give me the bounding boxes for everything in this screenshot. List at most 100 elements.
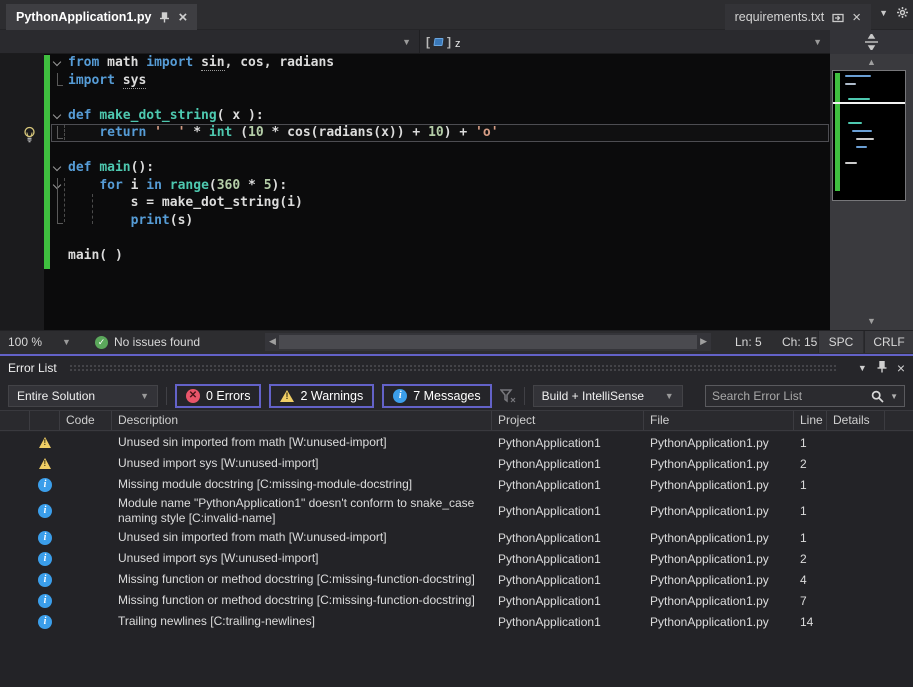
horizontal-scrollbar[interactable]: ◀ ▶: [265, 333, 711, 351]
pin-icon[interactable]: [159, 12, 170, 23]
minimap-code-line: [856, 138, 874, 140]
column-header-description[interactable]: Description: [112, 411, 492, 430]
code-token: ):: [272, 178, 288, 193]
code-line[interactable]: for i in range(360 * 5):: [0, 177, 499, 195]
column-header-blank[interactable]: [0, 411, 30, 430]
code-line[interactable]: [0, 89, 499, 107]
cell-description: Missing module docstring [C:missing-modu…: [112, 476, 492, 493]
column-header-file[interactable]: File: [644, 411, 794, 430]
window-position-chevron-icon[interactable]: ▼: [858, 363, 867, 373]
keep-open-icon[interactable]: [832, 12, 844, 23]
error-list-row[interactable]: iUnused import sys [W:unused-import]Pyth…: [0, 548, 913, 569]
column-header-project[interactable]: Project: [492, 411, 644, 430]
minimap[interactable]: [832, 70, 906, 201]
search-options-chevron-icon[interactable]: ▼: [890, 392, 898, 401]
split-editor-handle[interactable]: [830, 30, 913, 54]
cell-description: Trailing newlines [C:trailing-newlines]: [112, 613, 492, 630]
code-line[interactable]: import sys: [0, 72, 499, 90]
close-panel-icon[interactable]: ×: [897, 360, 905, 376]
messages-filter-button[interactable]: i 7 Messages: [382, 384, 491, 408]
column-header-blank[interactable]: [30, 411, 60, 430]
issues-indicator[interactable]: ✓ No issues found: [95, 331, 200, 353]
errors-filter-button[interactable]: ✕ 0 Errors: [175, 384, 261, 408]
cell-code: [60, 600, 112, 602]
close-icon[interactable]: ×: [852, 10, 861, 25]
code-line[interactable]: [0, 142, 499, 160]
source-filter-dropdown[interactable]: Build + IntelliSense ▼: [533, 385, 683, 407]
filter-funnel-icon[interactable]: [500, 389, 516, 403]
code-line[interactable]: from math import sin, cos, radians: [0, 54, 499, 72]
warnings-filter-label: 2 Warnings: [300, 389, 363, 403]
scroll-left-icon[interactable]: ◀: [269, 336, 276, 347]
vertical-scrollbar[interactable]: ▲ ▼: [830, 54, 913, 330]
minimap-code-line: [845, 162, 857, 164]
code-line[interactable]: print(s): [0, 212, 499, 230]
warnings-filter-button[interactable]: 2 Warnings: [269, 384, 374, 408]
code-line[interactable]: main( ): [0, 247, 499, 265]
drag-grip[interactable]: [69, 364, 836, 372]
code-line[interactable]: return ' ' * int (10 * cos(radians(x)) +…: [0, 124, 499, 142]
column-indicator: Ch: 15: [782, 331, 817, 353]
code-line[interactable]: def make_dot_string( x ):: [0, 107, 499, 125]
column-header-line[interactable]: Line: [794, 411, 827, 430]
spaces-mode-button[interactable]: SPC: [818, 331, 863, 353]
scroll-up-icon[interactable]: ▲: [830, 57, 913, 67]
code-token: import: [146, 55, 193, 70]
panel-title-bar[interactable]: Error List ▼ ×: [0, 356, 913, 380]
scroll-down-icon[interactable]: ▼: [830, 316, 913, 326]
code-token: [68, 213, 131, 228]
scrollbar-thumb[interactable]: [279, 335, 697, 349]
tab-list-chevron-icon[interactable]: ▼: [879, 8, 888, 18]
info-icon: i: [30, 614, 60, 630]
search-icon[interactable]: [871, 390, 884, 403]
minimap-code-line: [856, 146, 867, 148]
code-token: range: [170, 178, 209, 193]
code-token: ():: [131, 160, 154, 175]
close-icon[interactable]: ×: [178, 10, 187, 25]
error-list-row[interactable]: i Trailing newlines [C:trailing-newlines]…: [0, 611, 913, 632]
code-token: *: [240, 178, 263, 193]
chevron-down-icon: ▼: [813, 37, 822, 47]
error-list-row[interactable]: iMissing function or method docstring [C…: [0, 569, 913, 590]
scope-filter-dropdown[interactable]: Entire Solution ▼: [8, 385, 158, 407]
row-margin: [0, 510, 30, 512]
nav-project-dropdown[interactable]: ▼: [0, 30, 420, 53]
info-icon: i: [30, 572, 60, 588]
code-line[interactable]: def main():: [0, 159, 499, 177]
tab-requirements[interactable]: requirements.txt ×: [725, 4, 871, 30]
error-list-row[interactable]: iModule name "PythonApplication1" doesn'…: [0, 495, 913, 527]
error-list-row[interactable]: iMissing module docstring [C:missing-mod…: [0, 474, 913, 495]
row-margin: [0, 484, 30, 486]
settings-gear-icon[interactable]: [896, 6, 909, 19]
tab-pythonapplication1[interactable]: PythonApplication1.py ×: [6, 4, 197, 30]
line-ending-button[interactable]: CRLF: [864, 331, 913, 353]
error-list-row[interactable]: Unused sin imported from math [W:unused-…: [0, 432, 913, 453]
chevron-down-icon: ▼: [402, 37, 411, 47]
code-editor[interactable]: from math import sin, cos, radiansimport…: [0, 54, 830, 330]
tab-label: PythonApplication1.py: [16, 10, 151, 24]
code-line[interactable]: [0, 229, 499, 247]
cell-description: Missing function or method docstring [C:…: [112, 592, 492, 609]
code-line[interactable]: s = make_dot_string(i): [0, 194, 499, 212]
row-margin: [0, 579, 30, 581]
scope-filter-value: Entire Solution: [17, 389, 95, 403]
symbol-name: z: [455, 38, 461, 50]
error-list-row[interactable]: Unused import sys [W:unused-import]Pytho…: [0, 453, 913, 474]
code-token: (: [232, 125, 248, 140]
nav-member-dropdown[interactable]: [ ] z ▼: [420, 30, 830, 53]
pin-panel-icon[interactable]: [877, 361, 887, 376]
scroll-right-icon[interactable]: ▶: [700, 336, 707, 347]
column-header-code[interactable]: Code: [60, 411, 112, 430]
cell-details: [827, 600, 885, 602]
search-error-list-input[interactable]: Search Error List ▼: [705, 385, 905, 407]
cell-file: PythonApplication1.py: [644, 503, 794, 519]
symbol-bracket: [: [426, 35, 430, 49]
source-filter-value: Build + IntelliSense: [542, 389, 644, 403]
column-header-details[interactable]: Details: [827, 411, 885, 430]
zoom-control[interactable]: 100 % ▼: [8, 331, 71, 353]
error-list-row[interactable]: iUnused sin imported from math [W:unused…: [0, 527, 913, 548]
cell-line: 1: [794, 435, 827, 451]
error-list-row[interactable]: iMissing function or method docstring [C…: [0, 590, 913, 611]
cell-project: PythonApplication1: [492, 530, 644, 546]
cell-file: PythonApplication1.py: [644, 593, 794, 609]
